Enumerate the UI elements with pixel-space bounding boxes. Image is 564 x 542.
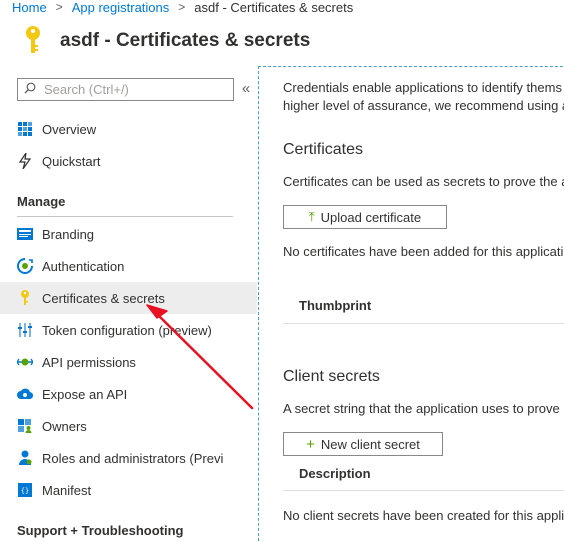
expose-api-icon	[17, 386, 33, 402]
client-secrets-empty-text: No client secrets have been created for …	[283, 508, 564, 523]
section-heading-manage: Manage	[17, 194, 66, 209]
sidebar-item-owners[interactable]: Owners	[0, 410, 257, 442]
sidebar-item-label: API permissions	[42, 354, 136, 370]
sidebar-item-label: Token configuration (preview)	[42, 322, 212, 338]
sidebar-item-label: Roles and administrators (Previ	[42, 450, 224, 466]
collapse-sidebar-button[interactable]: «	[239, 79, 253, 99]
sidebar-item-label: Branding	[42, 226, 95, 242]
certificates-heading: Certificates	[283, 141, 364, 158]
quickstart-icon	[17, 153, 33, 169]
sidebar-item-token-configuration[interactable]: Token configuration (preview)	[0, 314, 257, 346]
sidebar-item-label: Overview	[42, 121, 97, 137]
certificates-description: Certificates can be used as secrets to p…	[283, 174, 564, 189]
search-box	[17, 78, 234, 101]
sidebar-item-expose-api[interactable]: Expose an API	[0, 378, 257, 410]
section-heading-support: Support + Troubleshooting	[17, 523, 184, 538]
sidebar-item-label: Owners	[42, 418, 87, 434]
chevron-right-icon: >	[178, 0, 186, 14]
sidebar-item-api-permissions[interactable]: API permissions	[0, 346, 257, 378]
plus-icon: +	[306, 435, 315, 453]
upload-icon: ⤒	[308, 209, 315, 224]
search-icon	[24, 82, 36, 97]
sidebar-item-branding[interactable]: Branding	[0, 218, 257, 250]
certificates-empty-text: No certificates have been added for this…	[283, 244, 564, 259]
breadcrumb-app-registrations-link[interactable]: App registrations	[72, 0, 170, 15]
upload-certificate-button[interactable]: ⤒ Upload certificate	[283, 205, 447, 229]
manifest-icon: {}	[17, 482, 33, 498]
overview-icon	[17, 121, 33, 137]
sidebar-item-certificates-secrets[interactable]: Certificates & secrets	[0, 282, 257, 314]
chevron-right-icon: >	[55, 0, 63, 14]
breadcrumb-home-link[interactable]: Home	[12, 0, 47, 15]
sidebar-item-label: Quickstart	[42, 153, 101, 169]
sidebar-item-label: Authentication	[42, 258, 125, 274]
page-header: asdf - Certificates & secrets	[22, 24, 310, 58]
api-permissions-icon	[17, 354, 33, 370]
sidebar-item-label: Expose an API	[42, 386, 128, 402]
client-secrets-description: A secret string that the application use…	[283, 401, 560, 416]
intro-line: higher level of assurance, we recommend …	[283, 98, 564, 113]
client-secrets-heading: Client secrets	[283, 368, 380, 385]
token-config-icon	[17, 322, 33, 338]
branding-icon	[17, 226, 33, 242]
sidebar-item-manifest[interactable]: {} Manifest	[0, 474, 257, 506]
page-title: asdf - Certificates & secrets	[60, 30, 311, 51]
sidebar-item-quickstart[interactable]: Quickstart	[0, 145, 257, 177]
column-header-thumbprint: Thumbprint	[299, 298, 372, 313]
authentication-icon	[17, 258, 33, 274]
breadcrumb: Home > App registrations > asdf - Certif…	[12, 0, 353, 16]
sidebar: « Overview Quickstart Manage Branding Au…	[0, 66, 257, 542]
intro-text: Credentials enable applications to ident…	[283, 79, 564, 115]
column-header-description: Description	[299, 466, 371, 481]
table-divider	[283, 490, 564, 491]
sidebar-item-label: Certificates & secrets	[42, 290, 165, 306]
intro-line: Credentials enable applications to ident…	[283, 80, 562, 95]
search-input[interactable]	[44, 82, 224, 97]
roles-icon	[17, 450, 33, 466]
section-divider	[17, 216, 233, 217]
owners-icon	[17, 418, 33, 434]
new-client-secret-button[interactable]: + New client secret	[283, 432, 443, 456]
key-icon	[17, 290, 33, 306]
sidebar-item-overview[interactable]: Overview	[0, 113, 257, 145]
table-divider	[283, 323, 564, 324]
svg-text:{}: {}	[21, 487, 29, 495]
sidebar-item-roles-administrators[interactable]: Roles and administrators (Previ	[0, 442, 257, 474]
sidebar-item-authentication[interactable]: Authentication	[0, 250, 257, 282]
breadcrumb-current: asdf - Certificates & secrets	[194, 0, 354, 15]
button-label: New client secret	[320, 436, 420, 452]
sidebar-item-label: Manifest	[42, 482, 92, 498]
key-icon	[22, 25, 44, 57]
button-label: Upload certificate	[320, 209, 422, 225]
